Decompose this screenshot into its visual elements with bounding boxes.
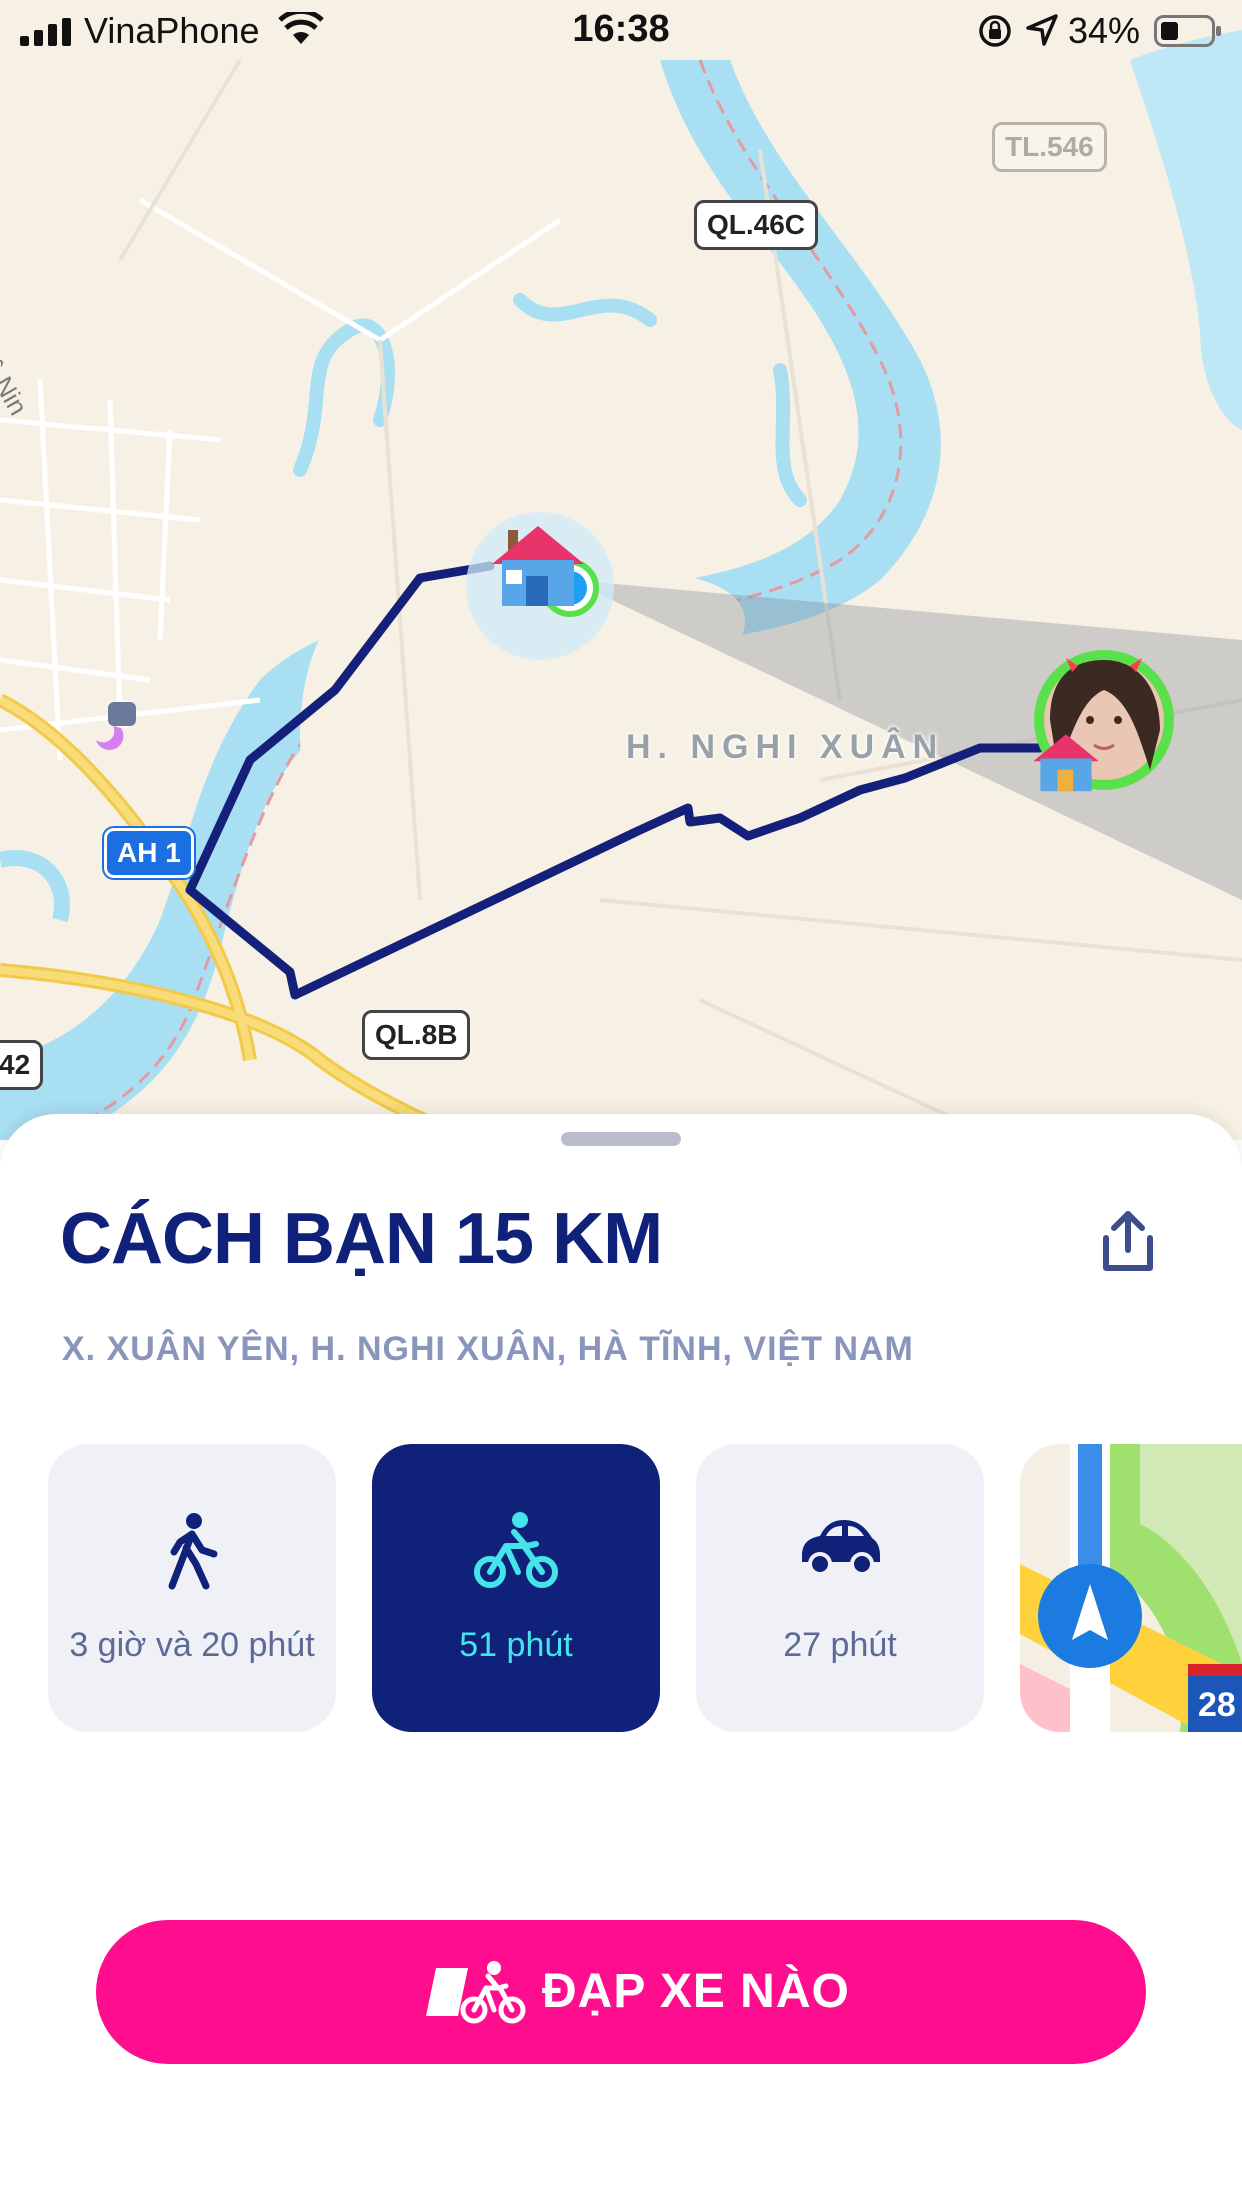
travel-mode-car[interactable]: 27 phút (696, 1444, 984, 1732)
road-shield-tl546: TL.546 (992, 122, 1107, 172)
map-view[interactable]: QL.46C TL.546 AH 1 QL.8B 42 H. NGHI XUÂN… (0, 0, 1242, 1140)
home-marker-icon (488, 520, 588, 610)
district-label: H. NGHI XUÂN (626, 728, 945, 766)
start-cycling-button[interactable]: ĐẠP XE NÀO (96, 1920, 1146, 2064)
road-shield-partial: 42 (0, 1040, 44, 1090)
start-cycling-label: ĐẠP XE NÀO (542, 1965, 850, 2018)
travel-mode-car-label: 27 phút (783, 1626, 897, 1664)
bike-ride-icon (426, 1961, 526, 2024)
travel-mode-bike[interactable]: 51 phút (372, 1444, 660, 1732)
travel-mode-bike-label: 51 phút (459, 1626, 573, 1664)
address-text: X. XUÂN YÊN, H. NGHI XUÂN, HÀ TĨNH, VIỆT… (62, 1330, 914, 1368)
bottom-sheet[interactable]: CÁCH BẠN 15 KM X. XUÂN YÊN, H. NGHI XUÂN… (0, 1114, 1242, 2208)
road-shield-ql46c: QL.46C (694, 200, 819, 250)
travel-mode-list: 3 giờ và 20 phút 51 phút 27 phút 28 (0, 1444, 1242, 1734)
road-shield-ah1: AH 1 (104, 828, 194, 878)
share-icon[interactable] (1100, 1210, 1156, 1274)
rotation-lock-icon (979, 15, 1011, 47)
friend-home-marker-icon (1030, 730, 1102, 794)
road-shield-ql8b: QL.8B (362, 1010, 471, 1060)
travel-mode-walk[interactable]: 3 giờ và 20 phút (48, 1444, 336, 1732)
status-bar: VinaPhone 16:38 34% (0, 0, 1242, 62)
location-arrow-icon (1026, 14, 1058, 46)
walk-icon (168, 1513, 218, 1590)
maps-app-icon: 28 (1020, 1444, 1242, 1732)
battery-percent: 34% (1068, 10, 1141, 51)
svg-text:28: 28 (1198, 1686, 1236, 1724)
battery-icon (1154, 15, 1221, 47)
car-icon (802, 1520, 880, 1576)
sheet-drag-handle[interactable] (561, 1132, 681, 1146)
travel-mode-walk-label: 3 giờ và 20 phút (69, 1626, 315, 1664)
bike-icon (474, 1512, 558, 1588)
open-in-maps-button[interactable]: 28 (1020, 1444, 1242, 1732)
distance-title: CÁCH BẠN 15 KM (60, 1199, 663, 1279)
